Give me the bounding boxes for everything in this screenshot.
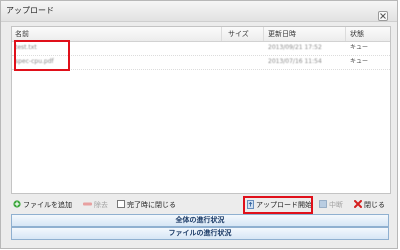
file-name: test.txt [15, 44, 37, 51]
close-on-complete-checkbox[interactable]: 完了時に閉じる [117, 198, 176, 212]
close-label: 閉じる [364, 201, 385, 209]
red-x-icon [354, 200, 362, 208]
table-row[interactable]: spec-cpu.pdf 2013/07/16 11:54 キュー [12, 55, 390, 70]
file-status: キュー [350, 44, 369, 51]
dialog-titlebar: アップロード [1, 1, 397, 22]
overall-progress-label: 全体の進行状況 [175, 216, 225, 224]
plus-icon [13, 200, 21, 208]
file-size [222, 55, 264, 69]
cancel-label: 中断 [329, 201, 343, 209]
add-file-label: ファイルを追加 [23, 201, 72, 209]
file-name: spec-cpu.pdf [15, 58, 54, 65]
close-on-complete-label: 完了時に閉じる [127, 201, 176, 209]
file-modified: 2013/09/21 17:52 [268, 44, 322, 51]
file-size [222, 41, 264, 55]
dialog-title: アップロード [6, 6, 54, 15]
file-progress-label: ファイルの進行状況 [168, 229, 232, 237]
add-file-button[interactable]: ファイルを追加 [13, 198, 72, 212]
column-header-name[interactable]: 名前 [12, 27, 222, 41]
start-upload-button[interactable]: アップロード開始 [247, 198, 312, 212]
file-modified: 2013/07/16 11:54 [268, 58, 322, 65]
file-progress-bar: ファイルの進行状況 [11, 227, 389, 240]
column-header-size[interactable]: サイズ [222, 27, 264, 41]
close-icon [380, 13, 386, 19]
file-status: キュー [350, 58, 369, 65]
table-row[interactable]: test.txt 2013/09/21 17:52 キュー [12, 41, 390, 56]
start-upload-label: アップロード開始 [256, 201, 312, 209]
remove-button[interactable]: 除去 [83, 198, 108, 212]
column-header-status[interactable]: 状態 [346, 27, 390, 41]
upload-icon [247, 199, 254, 209]
stop-icon [319, 200, 327, 208]
file-list[interactable]: 名前 サイズ 更新日時 状態 test.txt 2013/09/21 17:52… [11, 26, 391, 194]
minus-icon [83, 202, 92, 206]
checkbox-box[interactable] [117, 200, 125, 208]
upload-dialog: アップロード 名前 サイズ 更新日時 状態 test.txt 2013/09/2… [0, 0, 398, 249]
remove-label: 除去 [94, 201, 108, 209]
close-window-button[interactable] [378, 11, 388, 21]
overall-progress-bar: 全体の進行状況 [11, 214, 389, 227]
column-header-modified[interactable]: 更新日時 [264, 27, 346, 41]
close-button[interactable]: 閉じる [354, 198, 385, 212]
upload-toolbar: ファイルを追加 除去 完了時に閉じる アップロード開始 中断 閉じる [11, 198, 391, 212]
cancel-button[interactable]: 中断 [319, 198, 343, 212]
file-list-header: 名前 サイズ 更新日時 状態 [12, 27, 390, 42]
